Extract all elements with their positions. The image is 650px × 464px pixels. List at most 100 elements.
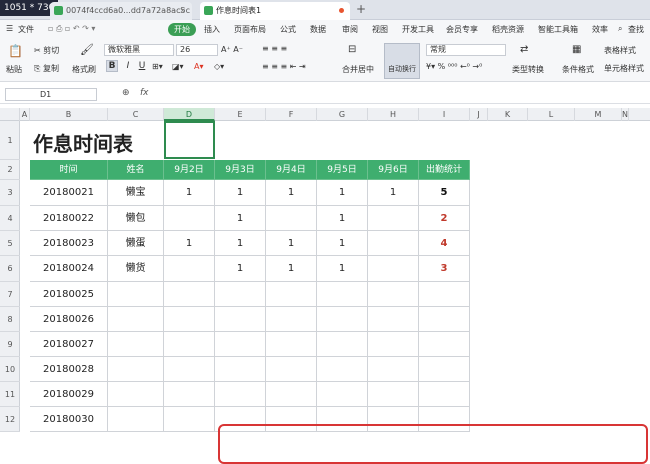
table-cell[interactable] xyxy=(368,307,419,332)
row-header-5[interactable]: 5 xyxy=(0,231,20,256)
table-cell[interactable]: 懒包 xyxy=(108,206,164,231)
menu-data[interactable]: 数据 xyxy=(310,24,326,35)
table-header-cell[interactable]: 9月2日 xyxy=(164,160,215,180)
table-cell[interactable] xyxy=(419,282,470,307)
table-cell[interactable] xyxy=(215,282,266,307)
column-header-c[interactable]: C xyxy=(108,108,164,121)
table-cell[interactable] xyxy=(108,382,164,407)
table-cell[interactable] xyxy=(164,382,215,407)
underline-button[interactable]: U xyxy=(136,60,148,72)
menu-start[interactable]: 开始 xyxy=(168,23,196,36)
table-cell[interactable]: 1 xyxy=(215,180,266,206)
table-cell[interactable]: 20180029 xyxy=(30,382,108,407)
border-icon[interactable]: ⊞▾ xyxy=(152,62,163,71)
merge-button[interactable]: 合并居中 xyxy=(342,64,374,75)
table-cell[interactable]: 20180022 xyxy=(30,206,108,231)
table-cell[interactable] xyxy=(368,282,419,307)
row-header-3[interactable]: 3 xyxy=(0,180,20,206)
select-all-corner[interactable] xyxy=(0,108,20,121)
table-cell[interactable]: 1 xyxy=(317,231,368,256)
cut-button[interactable]: ✂ 剪切 xyxy=(34,45,59,56)
row-header-6[interactable]: 6 xyxy=(0,256,20,282)
table-header-cell[interactable]: 出勤统计 xyxy=(419,160,470,180)
table-cell[interactable] xyxy=(108,407,164,432)
table-cell[interactable]: 20180024 xyxy=(30,256,108,282)
table-cell[interactable] xyxy=(164,357,215,382)
table-cell[interactable]: 20180030 xyxy=(30,407,108,432)
menu-search[interactable]: 查找 xyxy=(628,24,644,35)
menu-review[interactable]: 审阅 xyxy=(342,24,358,35)
table-cell[interactable] xyxy=(317,307,368,332)
tab-file-2[interactable]: 作息时间表1 xyxy=(200,2,350,20)
font-size-select[interactable]: 26 xyxy=(176,44,218,56)
table-cell[interactable] xyxy=(164,206,215,231)
table-cell[interactable]: 3 xyxy=(419,256,470,282)
table-cell[interactable]: 20180026 xyxy=(30,307,108,332)
format-painter-button[interactable]: 格式刷 xyxy=(72,64,96,75)
table-header-cell[interactable]: 9月5日 xyxy=(317,160,368,180)
close-icon[interactable]: × xyxy=(179,2,186,19)
table-cell[interactable]: 懒蛋 xyxy=(108,231,164,256)
column-header-a[interactable]: A xyxy=(20,108,30,121)
search-icon[interactable]: ⌕ xyxy=(618,24,622,34)
table-header-cell[interactable]: 时间 xyxy=(30,160,108,180)
table-cell[interactable]: 1 xyxy=(164,180,215,206)
menu-view[interactable]: 视图 xyxy=(372,24,388,35)
table-cell[interactable] xyxy=(368,382,419,407)
column-header-f[interactable]: F xyxy=(266,108,317,121)
table-header-cell[interactable]: 9月4日 xyxy=(266,160,317,180)
menu-toolbox[interactable]: 智能工具箱 xyxy=(538,24,578,35)
selected-cell[interactable] xyxy=(164,121,215,159)
menu-insert[interactable]: 插入 xyxy=(204,24,220,35)
table-cell[interactable] xyxy=(266,382,317,407)
type-convert-icon[interactable]: ⇄ xyxy=(520,44,528,55)
table-cell[interactable]: 懒货 xyxy=(108,256,164,282)
table-cell[interactable] xyxy=(108,282,164,307)
menu-file[interactable]: 文件 xyxy=(18,24,34,35)
table-cell[interactable]: 4 xyxy=(419,231,470,256)
table-cell[interactable]: 20180023 xyxy=(30,231,108,256)
table-cell[interactable] xyxy=(419,382,470,407)
table-header-cell[interactable]: 9月6日 xyxy=(368,160,419,180)
column-header-k[interactable]: K xyxy=(488,108,528,121)
menu-efficiency[interactable]: 效率 xyxy=(592,24,608,35)
table-cell[interactable]: 2 xyxy=(419,206,470,231)
table-cell[interactable] xyxy=(215,307,266,332)
row-header-10[interactable]: 10 xyxy=(0,357,20,382)
cell-style-button[interactable]: 单元格样式 xyxy=(604,63,644,74)
align-top-icons[interactable]: ≡ ≡ ≡ xyxy=(262,44,287,53)
menu-formula[interactable]: 公式 xyxy=(280,24,296,35)
table-cell[interactable] xyxy=(368,231,419,256)
row-header-12[interactable]: 12 xyxy=(0,407,20,432)
table-cell[interactable] xyxy=(215,332,266,357)
paste-button[interactable]: 粘贴 xyxy=(6,64,22,75)
table-cell[interactable]: 20180028 xyxy=(30,357,108,382)
font-name-select[interactable]: 微软雅黑 xyxy=(104,44,174,56)
table-cell[interactable] xyxy=(266,307,317,332)
table-cell[interactable] xyxy=(266,206,317,231)
table-cell[interactable]: 20180027 xyxy=(30,332,108,357)
row-header-2[interactable]: 2 xyxy=(0,160,20,180)
quick-access-icons[interactable]: ▫ ⎙ ▫ ↶ ↷ ▾ xyxy=(48,24,95,34)
table-cell[interactable] xyxy=(317,357,368,382)
add-tab-button[interactable]: + xyxy=(356,2,366,16)
table-cell[interactable] xyxy=(317,332,368,357)
table-header-cell[interactable]: 9月3日 xyxy=(215,160,266,180)
table-cell[interactable] xyxy=(368,357,419,382)
row-header-8[interactable]: 8 xyxy=(0,307,20,332)
italic-button[interactable]: I xyxy=(122,60,134,72)
row-header-11[interactable]: 11 xyxy=(0,382,20,407)
column-header-h[interactable]: H xyxy=(368,108,419,121)
column-header-g[interactable]: G xyxy=(317,108,368,121)
table-header-cell[interactable]: 姓名 xyxy=(108,160,164,180)
table-cell[interactable]: 懒宝 xyxy=(108,180,164,206)
cond-format-button[interactable]: 条件格式 xyxy=(562,64,594,75)
eraser-icon[interactable]: ◇▾ xyxy=(214,62,224,71)
column-header-l[interactable]: L xyxy=(528,108,575,121)
table-cell[interactable] xyxy=(164,407,215,432)
table-cell[interactable] xyxy=(164,332,215,357)
table-cell[interactable]: 1 xyxy=(215,256,266,282)
table-cell[interactable] xyxy=(266,357,317,382)
table-cell[interactable] xyxy=(215,382,266,407)
bold-button[interactable]: B xyxy=(106,60,118,72)
